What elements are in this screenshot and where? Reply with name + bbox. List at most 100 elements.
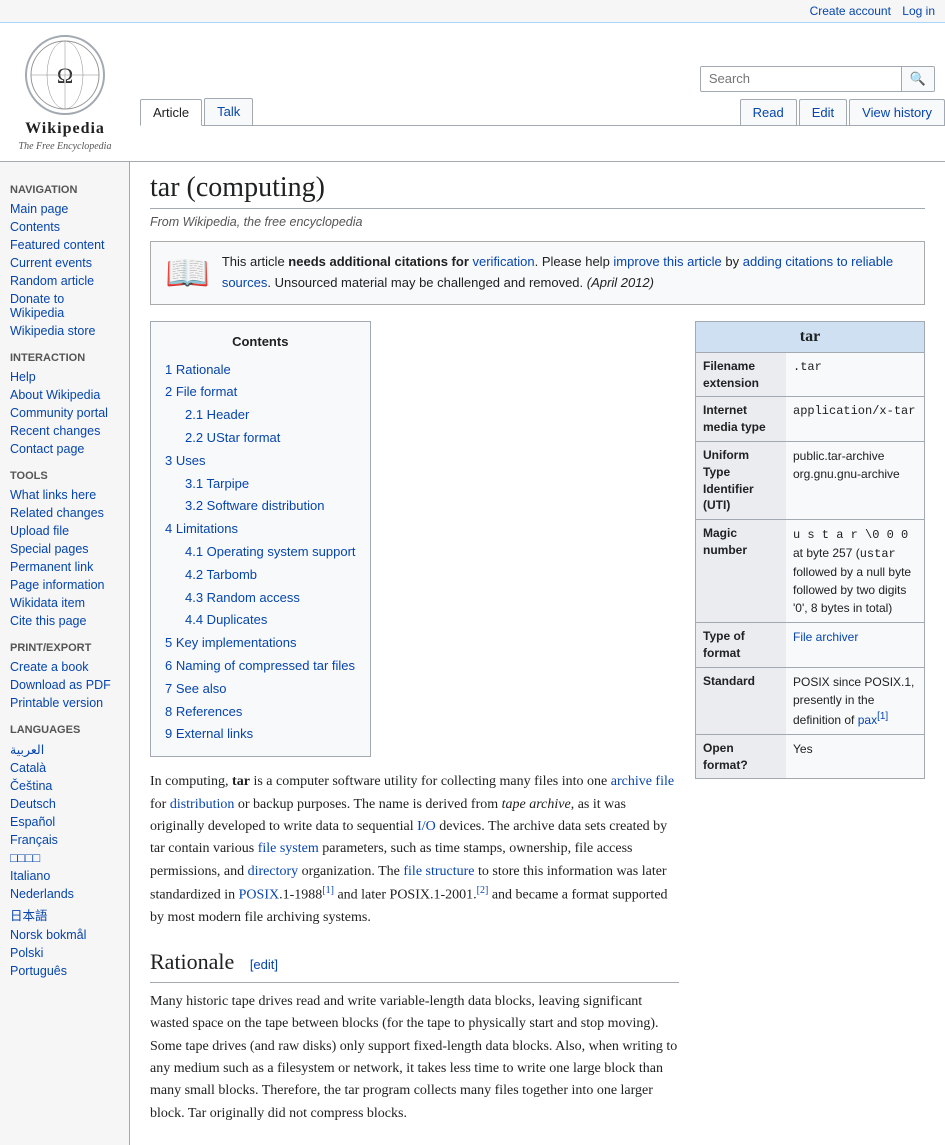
toc-item-software-dist: 3.2 Software distribution bbox=[165, 495, 356, 518]
archive-file-link[interactable]: archive file bbox=[611, 774, 674, 789]
infobox-row-4: Type of formatFile archiver bbox=[696, 622, 924, 667]
toc-link-key-impl[interactable]: 5 Key implementations bbox=[165, 635, 297, 650]
toc-link-rationale[interactable]: 1 Rationale bbox=[165, 362, 231, 377]
magic-number-ustar: ustar bbox=[860, 547, 896, 561]
ref1-link[interactable]: [1] bbox=[322, 885, 334, 896]
tab-edit[interactable]: Edit bbox=[799, 99, 847, 125]
sidebar-item-wikidata[interactable]: Wikidata item bbox=[5, 594, 124, 612]
sidebar-item-featured-content[interactable]: Featured content bbox=[5, 236, 124, 254]
sidebar-item-main-page[interactable]: Main page bbox=[5, 200, 124, 218]
sidebar-item-□□□□[interactable]: □□□□ bbox=[5, 849, 124, 867]
infobox-label-0: Filename extension bbox=[696, 353, 786, 397]
sidebar-item-contents[interactable]: Contents bbox=[5, 218, 124, 236]
file-structure-link[interactable]: file structure bbox=[403, 864, 474, 879]
tab-read[interactable]: Read bbox=[740, 99, 797, 125]
search-input[interactable] bbox=[701, 67, 901, 90]
sidebar-item-permanent-link[interactable]: Permanent link bbox=[5, 558, 124, 576]
infobox-value-link-4[interactable]: File archiver bbox=[793, 630, 858, 644]
sidebar-item-donate[interactable]: Donate to Wikipedia bbox=[5, 290, 124, 322]
toc-link-references[interactable]: 8 References bbox=[165, 704, 242, 719]
infobox-label-5: Standard bbox=[696, 668, 786, 734]
pax-link[interactable]: pax bbox=[858, 713, 877, 727]
sidebar-item-random-article[interactable]: Random article bbox=[5, 272, 124, 290]
infobox-value-2: public.tar-archive org.gnu.gnu-archive bbox=[786, 442, 924, 519]
sidebar-item-related-changes[interactable]: Related changes bbox=[5, 504, 124, 522]
article-body: Contents 1 Rationale2 File format2.1 Hea… bbox=[150, 321, 925, 1135]
infobox-value-3: u s t a r \0 0 0 at byte 257 (ustar foll… bbox=[786, 520, 924, 622]
sidebar-item-日本語[interactable]: 日本語 bbox=[5, 903, 124, 926]
sidebar-item-deutsch[interactable]: Deutsch bbox=[5, 795, 124, 813]
sidebar-item-special-pages[interactable]: Special pages bbox=[5, 540, 124, 558]
directory-link[interactable]: directory bbox=[248, 864, 299, 879]
toc-link-os-support[interactable]: 4.1 Operating system support bbox=[185, 544, 356, 559]
toc-link-random-access[interactable]: 4.3 Random access bbox=[185, 590, 300, 605]
toc-link-file-format[interactable]: 2 File format bbox=[165, 384, 237, 399]
toc-items: 1 Rationale 2 File format 2.1 Header 2.2 US… bbox=[165, 359, 356, 747]
tabs-row: Article Talk Read Edit View history bbox=[140, 98, 945, 126]
infobox-value-0: .tar bbox=[786, 353, 829, 397]
sidebar-item-upload-file[interactable]: Upload file bbox=[5, 522, 124, 540]
infobox-row-0: Filename extension.tar bbox=[696, 352, 924, 397]
sidebar-item-português[interactable]: Português bbox=[5, 962, 124, 980]
log-in-link[interactable]: Log in bbox=[902, 4, 935, 18]
notice-box: 📖 This article needs additional citation… bbox=[150, 241, 925, 305]
header: Ω Wikipedia The Free Encyclopedia 🔍 Arti… bbox=[0, 23, 945, 162]
print-group: Create a bookDownload as PDFPrintable ve… bbox=[5, 658, 124, 712]
toc-link-naming[interactable]: 6 Naming of compressed tar files bbox=[165, 658, 355, 673]
toc-link-ext-links[interactable]: 9 External links bbox=[165, 726, 253, 741]
tab-article[interactable]: Article bbox=[140, 99, 202, 126]
sidebar-item-what-links[interactable]: What links here bbox=[5, 486, 124, 504]
toc-link-see-also[interactable]: 7 See also bbox=[165, 681, 226, 696]
toc-item-naming: 6 Naming of compressed tar files bbox=[165, 655, 356, 678]
improve-article-link[interactable]: improve this article bbox=[613, 254, 721, 269]
sidebar-item-create-book[interactable]: Create a book bbox=[5, 658, 124, 676]
sidebar-item-norsk-bokmål[interactable]: Norsk bokmål bbox=[5, 926, 124, 944]
sidebar-item-cite[interactable]: Cite this page bbox=[5, 612, 124, 630]
sidebar-item-help[interactable]: Help bbox=[5, 368, 124, 386]
infobox-row-3: Magic numberu s t a r \0 0 0 at byte 257… bbox=[696, 519, 924, 622]
tab-talk[interactable]: Talk bbox=[204, 98, 253, 125]
toc-link-ustar[interactable]: 2.2 UStar format bbox=[185, 430, 280, 445]
rationale-edit-link[interactable]: [edit] bbox=[250, 957, 278, 972]
sidebar-item-polski[interactable]: Polski bbox=[5, 944, 124, 962]
filesystem-link[interactable]: file system bbox=[258, 841, 319, 856]
toc-link-tarbomb[interactable]: 4.2 Tarbomb bbox=[185, 567, 257, 582]
toc-link-header[interactable]: 2.1 Header bbox=[185, 407, 249, 422]
sidebar-item-italiano[interactable]: Italiano bbox=[5, 867, 124, 885]
sidebar-item-čeština[interactable]: Čeština bbox=[5, 777, 124, 795]
sidebar-item-community-portal[interactable]: Community portal bbox=[5, 404, 124, 422]
toc-link-tarpipe[interactable]: 3.1 Tarpipe bbox=[185, 476, 249, 491]
sidebar-item-català[interactable]: Català bbox=[5, 759, 124, 777]
sidebar-item-nederlands[interactable]: Nederlands bbox=[5, 885, 124, 903]
io-link[interactable]: I/O bbox=[417, 819, 436, 834]
sidebar-item-recent-changes[interactable]: Recent changes bbox=[5, 422, 124, 440]
sidebar-item-français[interactable]: Français bbox=[5, 831, 124, 849]
sidebar-item-العربية[interactable]: العربية bbox=[5, 740, 124, 759]
posix-link[interactable]: POSIX bbox=[239, 888, 279, 903]
sidebar-item-wiki-store[interactable]: Wikipedia store bbox=[5, 322, 124, 340]
infobox-rows: Filename extension.tarInternet media typ… bbox=[696, 352, 924, 779]
create-account-link[interactable]: Create account bbox=[810, 4, 891, 18]
sidebar-item-printable[interactable]: Printable version bbox=[5, 694, 124, 712]
toc-item-duplicates: 4.4 Duplicates bbox=[165, 609, 356, 632]
logo-area[interactable]: Ω Wikipedia The Free Encyclopedia bbox=[0, 27, 130, 161]
distribution-link[interactable]: distribution bbox=[170, 797, 235, 812]
sidebar-item-español[interactable]: Español bbox=[5, 813, 124, 831]
toc-link-software-dist[interactable]: 3.2 Software distribution bbox=[185, 498, 324, 513]
sidebar-item-contact[interactable]: Contact page bbox=[5, 440, 124, 458]
interaction-group: HelpAbout WikipediaCommunity portalRecen… bbox=[5, 368, 124, 458]
toc-link-duplicates[interactable]: 4.4 Duplicates bbox=[185, 612, 267, 627]
infobox-value-6: Yes bbox=[786, 735, 820, 779]
ref2-link[interactable]: [2] bbox=[477, 885, 489, 896]
rationale-text: Many historic tape drives read and write… bbox=[150, 991, 679, 1125]
tab-view-history[interactable]: View history bbox=[849, 99, 945, 125]
sidebar-item-current-events[interactable]: Current events bbox=[5, 254, 124, 272]
sidebar-item-about[interactable]: About Wikipedia bbox=[5, 386, 124, 404]
verification-link[interactable]: verification bbox=[473, 254, 535, 269]
sidebar-item-download-pdf[interactable]: Download as PDF bbox=[5, 676, 124, 694]
sidebar-item-page-info[interactable]: Page information bbox=[5, 576, 124, 594]
toc-link-uses[interactable]: 3 Uses bbox=[165, 453, 205, 468]
toc-link-limitations[interactable]: 4 Limitations bbox=[165, 521, 238, 536]
search-button[interactable]: 🔍 bbox=[901, 67, 934, 91]
ref1-infobox[interactable]: [1] bbox=[877, 711, 888, 722]
